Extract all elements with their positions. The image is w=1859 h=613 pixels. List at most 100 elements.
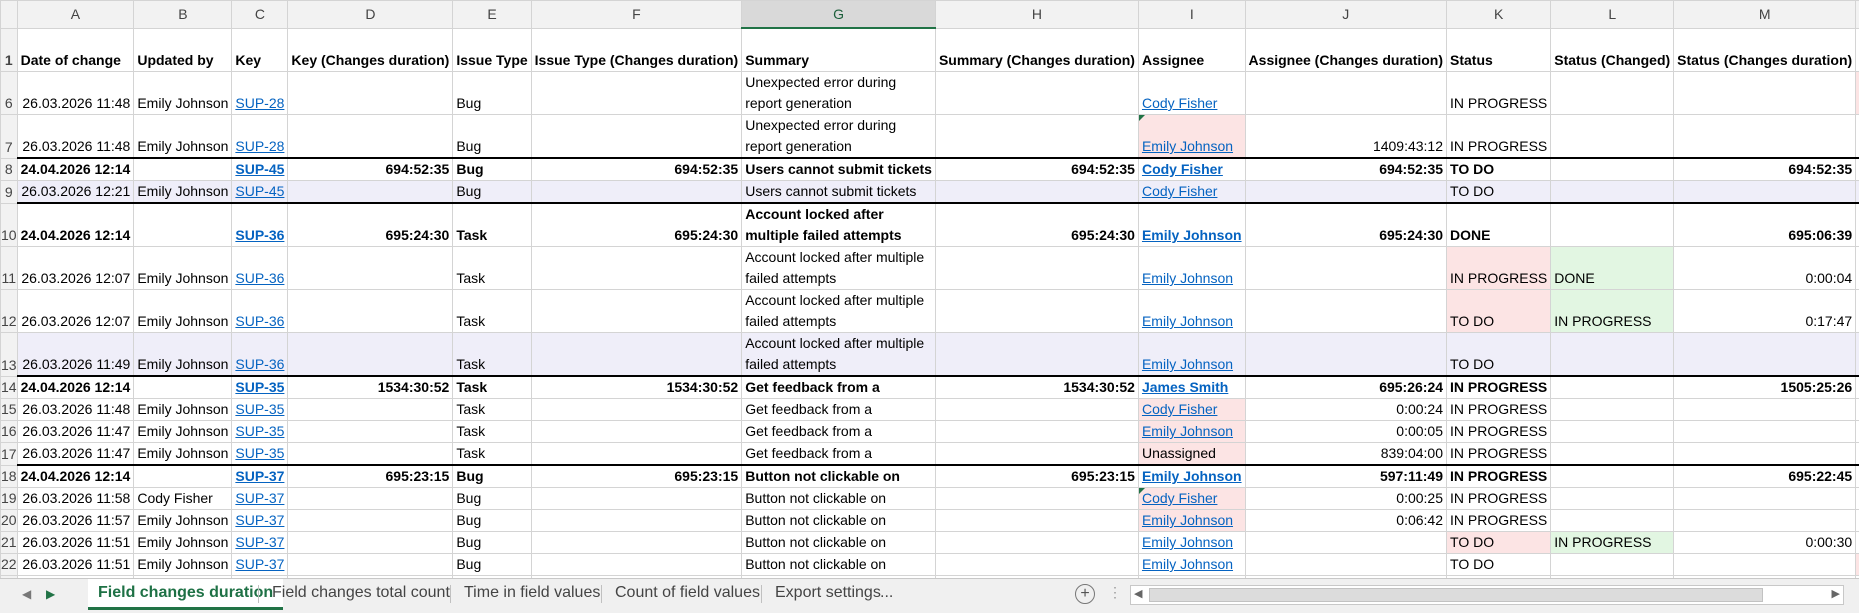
row-number[interactable]: 22 [1, 554, 18, 576]
grid-cell[interactable] [531, 399, 742, 421]
row-number[interactable]: 14 [1, 376, 18, 399]
assignee-link[interactable]: Cody Fisher [1142, 401, 1217, 417]
grid-cell[interactable] [1551, 115, 1674, 159]
grid-cell[interactable] [1551, 488, 1674, 510]
grid-cell[interactable] [1551, 465, 1674, 488]
assignee-cell[interactable]: Emily Johnson [1138, 465, 1245, 488]
grid-cell[interactable]: Bug [453, 488, 531, 510]
grid-cell[interactable] [1551, 554, 1674, 576]
grid-cell[interactable]: 597:11:49 [1245, 465, 1446, 488]
issue-key-cell[interactable]: SUP-36 [232, 203, 288, 247]
grid-cell[interactable]: IN PROGRESS [1447, 399, 1551, 421]
grid-cell[interactable]: Emily Johnson [134, 554, 232, 576]
sheet-tab[interactable]: Export settings [765, 579, 891, 609]
grid-cell[interactable]: Emily Johnson [134, 421, 232, 443]
grid-cell[interactable] [288, 399, 453, 421]
header-cell[interactable]: Status (Changes duration) [1674, 28, 1856, 72]
grid-cell[interactable] [531, 247, 742, 290]
grid-cell[interactable]: 695:24:30 [935, 203, 1138, 247]
assignee-link[interactable]: Cody Fisher [1142, 95, 1217, 111]
issue-key-link[interactable]: SUP-37 [235, 468, 284, 484]
row-number[interactable]: 8 [1, 158, 18, 181]
grid-cell[interactable]: Button not clickable on [742, 532, 936, 554]
assignee-link[interactable]: Emily Johnson [1142, 356, 1233, 372]
grid-cell[interactable] [288, 247, 453, 290]
assignee-cell[interactable]: Cody Fisher [1138, 399, 1245, 421]
grid-cell[interactable] [935, 443, 1138, 466]
grid-cell[interactable]: 26.03.2026 11:49 [17, 333, 134, 377]
grid-cell[interactable]: Emily Johnson [134, 115, 232, 159]
grid-cell[interactable]: 26.03.2026 11:48 [17, 115, 134, 159]
sheet-tab[interactable]: Field changes duration [88, 579, 283, 610]
header-cell[interactable]: Key (Changes duration) [288, 28, 453, 72]
grid-cell[interactable]: 24.04.2026 12:14 [17, 203, 134, 247]
grid-cell[interactable] [531, 181, 742, 204]
grid-cell[interactable]: 26.03.2026 11:47 [17, 421, 134, 443]
row-number[interactable]: 19 [1, 488, 18, 510]
sheet-tab[interactable]: Count of field values [605, 579, 770, 609]
row-number[interactable]: 18 [1, 465, 18, 488]
issue-key-link[interactable]: SUP-36 [235, 227, 284, 243]
grid-cell[interactable]: Emily Johnson [134, 333, 232, 377]
grid-cell[interactable]: Emily Johnson [134, 399, 232, 421]
grid-cell[interactable]: IN PROGRESS [1447, 488, 1551, 510]
grid-cell[interactable]: Button not clickable on [742, 488, 936, 510]
next-sheet-arrow-icon[interactable]: ▶ [46, 587, 55, 601]
grid-cell[interactable]: IN PROGRESS [1447, 376, 1551, 399]
grid-cell[interactable]: 695:23:15 [531, 465, 742, 488]
sheet-tab[interactable]: Field changes total count [262, 579, 460, 609]
issue-key-cell[interactable]: SUP-36 [232, 333, 288, 377]
column-header-d[interactable]: D [288, 1, 453, 29]
grid-cell[interactable]: 695:26:24 [1245, 376, 1446, 399]
grid-cell[interactable]: IN PROGRESS [1447, 421, 1551, 443]
grid-cell[interactable]: 24.04.2026 12:14 [17, 158, 134, 181]
header-cell[interactable]: Key [232, 28, 288, 72]
horizontal-scrollbar[interactable]: ◀ ▶ [1130, 585, 1844, 605]
grid-cell[interactable] [531, 510, 742, 532]
grid-cell[interactable]: Task [453, 333, 531, 377]
grid-cell[interactable]: Button not clickable on [742, 554, 936, 576]
grid-cell[interactable] [288, 443, 453, 466]
grid-cell[interactable]: Bug [453, 510, 531, 532]
grid-cell[interactable]: Account locked after multiple failed att… [742, 290, 936, 333]
grid-cell[interactable]: Get feedback from a [742, 399, 936, 421]
grid-cell[interactable]: Emily Johnson [134, 247, 232, 290]
grid-cell[interactable]: 0:00:30 [1674, 532, 1856, 554]
grid-cell[interactable] [1674, 115, 1856, 159]
grid-cell[interactable] [1551, 421, 1674, 443]
grid-cell[interactable]: Unassigned [1138, 443, 1245, 466]
grid-cell[interactable] [1551, 443, 1674, 466]
issue-key-link[interactable]: SUP-45 [235, 183, 284, 199]
more-sheets-button[interactable]: ... [876, 579, 897, 609]
assignee-cell[interactable]: Emily Johnson [1138, 333, 1245, 377]
issue-key-link[interactable]: SUP-37 [235, 490, 284, 506]
grid-cell[interactable]: Bug [453, 465, 531, 488]
assignee-cell[interactable]: James Smith [1138, 376, 1245, 399]
assignee-link[interactable]: Emily Johnson [1142, 227, 1242, 243]
grid-cell[interactable] [531, 443, 742, 466]
grid-cell[interactable] [288, 72, 453, 115]
grid-cell[interactable] [531, 72, 742, 115]
grid-cell[interactable] [531, 333, 742, 377]
grid-cell[interactable]: TO DO [1447, 554, 1551, 576]
grid-cell[interactable] [1674, 488, 1856, 510]
grid-cell[interactable]: Button not clickable on [742, 465, 936, 488]
grid-cell[interactable]: 695:23:15 [288, 465, 453, 488]
assignee-cell[interactable]: Cody Fisher [1138, 72, 1245, 115]
grid-cell[interactable]: Task [453, 376, 531, 399]
grid-cell[interactable] [288, 510, 453, 532]
prev-sheet-arrow-icon[interactable]: ◀ [22, 587, 31, 601]
grid-cell[interactable]: IN PROGRESS [1551, 290, 1674, 333]
grid-cell[interactable]: 695:23:15 [935, 465, 1138, 488]
issue-key-link[interactable]: SUP-37 [235, 556, 284, 572]
grid-cell[interactable] [531, 554, 742, 576]
grid-cell[interactable] [1674, 421, 1856, 443]
issue-key-link[interactable]: SUP-36 [235, 356, 284, 372]
grid-cell[interactable]: Get feedback from a [742, 421, 936, 443]
row-number[interactable]: 12 [1, 290, 18, 333]
grid-cell[interactable] [1674, 72, 1856, 115]
issue-key-cell[interactable]: SUP-37 [232, 488, 288, 510]
grid-cell[interactable]: Unexpected error during report generatio… [742, 115, 936, 159]
column-header-j[interactable]: J [1245, 1, 1446, 29]
grid-cell[interactable] [1551, 376, 1674, 399]
